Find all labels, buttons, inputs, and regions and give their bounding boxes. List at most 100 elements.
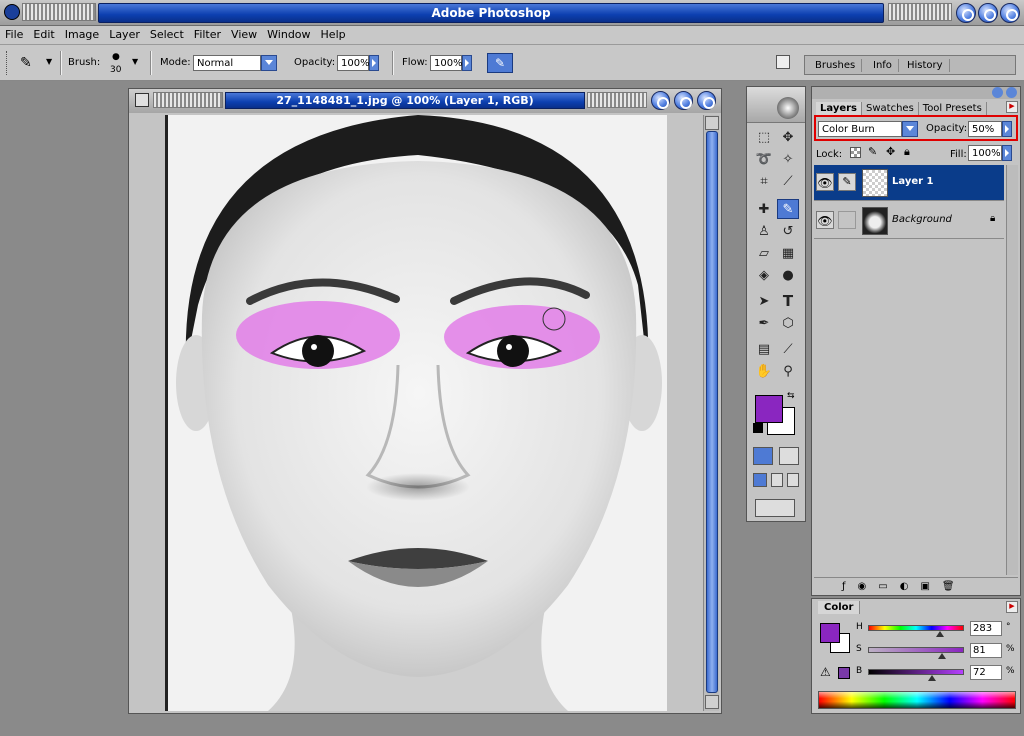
opacity-input[interactable]: 100% bbox=[337, 55, 370, 71]
visibility-eye-icon[interactable]: 👁︎ bbox=[816, 173, 834, 191]
color-spectrum-bar[interactable] bbox=[818, 691, 1016, 709]
gamut-swatch[interactable] bbox=[838, 667, 850, 679]
hue-input[interactable]: 283 bbox=[970, 621, 1002, 636]
lock-all-icon[interactable]: 🔒︎ bbox=[904, 145, 910, 159]
brightness-slider-knob[interactable] bbox=[928, 675, 936, 681]
maximize-button[interactable] bbox=[978, 3, 998, 23]
new-layer-icon[interactable]: ▣ bbox=[920, 581, 929, 592]
panel-close-icon[interactable] bbox=[1006, 87, 1017, 98]
menu-help[interactable]: Help bbox=[316, 26, 351, 41]
palette-tab-brushes[interactable]: Brushes bbox=[809, 59, 863, 72]
palette-tab-info[interactable]: Info bbox=[867, 59, 899, 72]
standard-screen-mode-button[interactable] bbox=[753, 473, 767, 487]
mode-dropdown-button[interactable] bbox=[261, 55, 277, 71]
new-set-icon[interactable]: ▭ bbox=[878, 581, 887, 592]
out-of-gamut-warning-icon[interactable]: ⚠ bbox=[820, 665, 831, 679]
flow-slider-button[interactable] bbox=[462, 55, 472, 71]
menu-file[interactable]: File bbox=[0, 26, 28, 41]
menu-window[interactable]: Window bbox=[262, 26, 315, 41]
default-colors-icon[interactable] bbox=[753, 423, 763, 433]
hue-slider-knob[interactable] bbox=[936, 631, 944, 637]
saturation-slider-knob[interactable] bbox=[938, 653, 946, 659]
image-canvas[interactable] bbox=[165, 115, 667, 711]
menu-edit[interactable]: Edit bbox=[28, 26, 59, 41]
tab-tool-presets[interactable]: Tool Presets bbox=[919, 102, 987, 115]
doc-maximize-button[interactable] bbox=[674, 91, 693, 110]
brush-preview-icon[interactable]: ● bbox=[112, 52, 120, 62]
palette-menu-icon[interactable] bbox=[776, 55, 790, 69]
fill-slider-button[interactable] bbox=[1002, 145, 1012, 161]
tab-swatches[interactable]: Swatches bbox=[862, 102, 919, 115]
menu-view[interactable]: View bbox=[226, 26, 262, 41]
scroll-thumb[interactable] bbox=[706, 131, 718, 693]
jump-to-imageready-button[interactable] bbox=[755, 499, 795, 517]
add-mask-icon[interactable]: ◉ bbox=[858, 581, 867, 592]
minimize-button[interactable] bbox=[956, 3, 976, 23]
crop-tool-icon[interactable]: ⌗ bbox=[753, 171, 775, 191]
gradient-tool-icon[interactable]: ▦ bbox=[777, 243, 799, 263]
flow-input[interactable]: 100% bbox=[430, 55, 463, 71]
eraser-tool-icon[interactable]: ▱ bbox=[753, 243, 775, 263]
layer-style-icon[interactable]: ƒ bbox=[842, 581, 846, 592]
brightness-input[interactable]: 72 bbox=[970, 665, 1002, 680]
move-tool-icon[interactable]: ✥ bbox=[777, 127, 799, 147]
panel-minimize-icon[interactable] bbox=[992, 87, 1003, 98]
close-button[interactable] bbox=[1000, 3, 1020, 23]
pen-tool-icon[interactable]: ✒ bbox=[753, 313, 775, 333]
layer-row-layer-1[interactable]: 👁︎ ✎ Layer 1 bbox=[814, 165, 1004, 201]
foreground-color-swatch[interactable] bbox=[755, 395, 783, 423]
hand-tool-icon[interactable]: ✋ bbox=[753, 361, 775, 381]
brightness-slider-track[interactable] bbox=[868, 669, 964, 675]
eyedropper-tool-icon[interactable]: ⟋ bbox=[777, 339, 799, 359]
brush-picker-arrow-icon[interactable]: ▼ bbox=[132, 57, 138, 66]
blur-tool-icon[interactable]: ◈ bbox=[753, 265, 775, 285]
swap-colors-icon[interactable]: ⇆ bbox=[787, 391, 795, 401]
quick-mask-mode-button[interactable] bbox=[779, 447, 799, 465]
history-brush-tool-icon[interactable]: ↺ bbox=[777, 221, 799, 241]
mode-select[interactable]: Normal bbox=[193, 55, 261, 71]
brush-tool-icon[interactable]: ✎ bbox=[777, 199, 799, 219]
full-screen-mode-button[interactable] bbox=[787, 473, 799, 487]
full-screen-menu-mode-button[interactable] bbox=[771, 473, 783, 487]
layers-vertical-scrollbar[interactable] bbox=[1006, 165, 1018, 575]
photoshop-logo-icon[interactable] bbox=[777, 97, 799, 119]
magic-wand-tool-icon[interactable]: ✧ bbox=[777, 149, 799, 169]
document-vertical-scrollbar[interactable] bbox=[703, 115, 719, 711]
scroll-up-button[interactable] bbox=[705, 116, 719, 130]
new-adjustment-layer-icon[interactable]: ◐ bbox=[900, 581, 909, 592]
slice-tool-icon[interactable]: ⟋ bbox=[777, 171, 799, 191]
doc-minimize-button[interactable] bbox=[651, 91, 670, 110]
zoom-tool-icon[interactable]: ⚲ bbox=[777, 361, 799, 381]
layer-row-background[interactable]: 👁︎ Background 🔒︎ bbox=[814, 203, 1004, 239]
color-panel-tab[interactable]: Color bbox=[818, 601, 861, 614]
menu-select[interactable]: Select bbox=[145, 26, 189, 41]
color-panel-menu-icon[interactable]: ▶ bbox=[1006, 601, 1018, 613]
scroll-down-button[interactable] bbox=[705, 695, 719, 709]
tool-preset-arrow-icon[interactable]: ▼ bbox=[46, 57, 52, 66]
lock-transparency-icon[interactable] bbox=[850, 147, 861, 158]
type-tool-icon[interactable]: T bbox=[777, 291, 799, 311]
delete-layer-icon[interactable]: 🗑︎ bbox=[942, 581, 955, 592]
dodge-tool-icon[interactable]: ● bbox=[777, 265, 799, 285]
saturation-input[interactable]: 81 bbox=[970, 643, 1002, 658]
notes-tool-icon[interactable]: ▤ bbox=[753, 339, 775, 359]
lock-position-icon[interactable]: ✥ bbox=[886, 145, 895, 158]
marquee-tool-icon[interactable]: ⬚ bbox=[753, 127, 775, 147]
palette-tab-history[interactable]: History bbox=[901, 59, 950, 72]
brush-tool-preset-icon[interactable]: ✎ bbox=[20, 55, 32, 71]
standard-mode-button[interactable] bbox=[753, 447, 773, 465]
saturation-slider-track[interactable] bbox=[868, 647, 964, 653]
lock-image-icon[interactable]: ✎ bbox=[868, 145, 877, 158]
menu-layer[interactable]: Layer bbox=[104, 26, 145, 41]
path-selection-tool-icon[interactable]: ➤ bbox=[753, 291, 775, 311]
panel-menu-arrow-icon[interactable]: ▶ bbox=[1006, 101, 1018, 113]
visibility-eye-icon[interactable]: 👁︎ bbox=[816, 211, 834, 229]
hue-slider-track[interactable] bbox=[868, 625, 964, 631]
fill-input[interactable]: 100% bbox=[968, 145, 1002, 161]
tab-layers[interactable]: Layers bbox=[816, 102, 862, 115]
doc-close-button[interactable] bbox=[697, 91, 716, 110]
airbrush-toggle[interactable]: ✎ bbox=[487, 53, 513, 73]
healing-brush-tool-icon[interactable]: ✚ bbox=[753, 199, 775, 219]
color-panel-foreground-swatch[interactable] bbox=[820, 623, 840, 643]
lasso-tool-icon[interactable]: ➰ bbox=[753, 149, 775, 169]
